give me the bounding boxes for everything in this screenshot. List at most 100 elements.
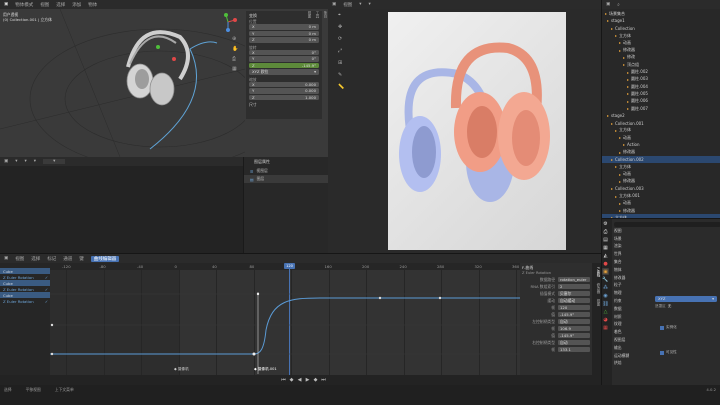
menu-select[interactable]: 选择 (56, 2, 65, 8)
outliner-row[interactable]: ▸ 圆柱.005 (602, 90, 720, 97)
rotation-z-field[interactable]: Z -145.9° (249, 62, 319, 68)
props-section[interactable]: 渲染 (614, 243, 720, 251)
outliner-row[interactable]: ▸ 场景集合 (602, 10, 720, 17)
scale-z-field[interactable]: Z 1.000 (249, 94, 319, 100)
mode-select[interactable]: 物体模式 (15, 2, 33, 8)
menu-view-graph[interactable]: 视图 (15, 256, 24, 262)
jump-end-icon[interactable]: ⏭ (320, 377, 327, 384)
props-section[interactable]: 集合 (614, 258, 720, 266)
outliner-row[interactable]: ▸ 动画 (602, 39, 720, 46)
constraint-tab-icon[interactable]: ⛓ (602, 300, 609, 307)
graph-mode-select[interactable]: 曲线编辑器 (90, 255, 120, 262)
outliner-row[interactable]: ▸ 圆柱.003 (602, 76, 720, 83)
props-section[interactable]: 粒子 (614, 282, 720, 290)
outliner-row[interactable]: ▸立方体 (602, 163, 720, 170)
scene-tab-icon[interactable]: ◭ (602, 252, 609, 259)
outliner-row[interactable]: ▸ 动画 (602, 200, 720, 207)
rotation-mode-select[interactable]: XYZ 欧拉 ▾ (249, 69, 319, 75)
play-reverse-icon[interactable]: ◀ (296, 377, 303, 384)
tab-modifiers[interactable]: 修改器 (592, 283, 601, 293)
modifier-tab-icon[interactable]: 🔧 (602, 276, 609, 283)
rotation-y-field[interactable]: Y 0° (249, 56, 319, 62)
world-tab-icon[interactable]: ● (602, 260, 609, 267)
camera-icon[interactable]: ⎙ (232, 56, 240, 62)
fcurve-prop-value[interactable]: -145.9° (558, 333, 590, 338)
tab-view[interactable]: 视图 (307, 11, 312, 18)
menu-select-graph[interactable]: 选择 (31, 256, 40, 262)
xyz-select[interactable]: XYZ ▾ (655, 296, 717, 302)
props-section[interactable]: 视图 (614, 227, 720, 235)
material-tab-icon[interactable]: ◕ (602, 316, 609, 323)
rotation-x-field[interactable]: X 0° (249, 49, 319, 55)
fcurve-prop-value[interactable]: 贝塞尔 (558, 291, 590, 296)
outliner-row[interactable]: ▸ 圆柱.002 (602, 68, 720, 75)
menu-channel[interactable]: 通道 (63, 256, 72, 262)
outliner-row[interactable]: ▸ Collection.002 (602, 155, 720, 164)
tool-tab-icon[interactable]: ⚙ (602, 220, 609, 227)
outliner-row[interactable]: ▸ stage1 (602, 17, 720, 24)
fcurve-prop-value[interactable]: rotation_euler (558, 277, 590, 282)
tab-tool[interactable]: 工具 (315, 11, 320, 18)
menu-view[interactable]: 视图 (40, 2, 49, 8)
particles-tab-icon[interactable]: ⁂ (602, 284, 609, 291)
menu-marker[interactable]: 标记 (47, 256, 56, 262)
outliner-row[interactable]: ▸ Action (602, 141, 720, 148)
play-icon[interactable]: ▶ (304, 377, 311, 384)
properties-search[interactable] (614, 221, 720, 227)
camera-viewport[interactable]: ▣ 视图 ▾ ▾ ⌖ ✥ ⟳ ⤢ ⊞ ✎ 📏 (328, 0, 601, 253)
headphones-model[interactable] (126, 30, 190, 106)
outliner-row[interactable]: ▸立方体 (602, 32, 720, 39)
props-section[interactable]: 材质 (614, 313, 720, 321)
fcurve-prop-value[interactable]: 自动 (558, 340, 590, 345)
outliner-row[interactable]: ▸ 圆柱.007 (602, 105, 720, 112)
menu-add[interactable]: 添加 (72, 2, 81, 8)
fcurve-prop-value[interactable]: 133.1 (558, 347, 590, 352)
hand-icon[interactable]: ✋ (232, 46, 240, 52)
zoom-icon[interactable]: ⊕ (232, 36, 240, 42)
outliner-row[interactable]: ▸ 修改器 (602, 46, 720, 53)
search-icon[interactable]: ⌕ (617, 2, 620, 8)
props-section[interactable]: 烘焙 (614, 360, 720, 368)
rotate-tool-icon[interactable]: ⟳ (338, 36, 346, 42)
tab-fcurve[interactable]: F-曲线 (592, 267, 601, 277)
outliner-row[interactable]: ▸ 修改器 (602, 207, 720, 214)
dimensions-section[interactable]: 尺寸 (249, 102, 319, 108)
texture-tab-icon[interactable]: ▦ (602, 324, 609, 331)
props-section[interactable]: 修改器 (614, 274, 720, 282)
jump-start-icon[interactable]: ⏮ (280, 377, 287, 384)
viewport-3d[interactable]: ▣ 物体模式 视图 选择 添加 物体 用户透视 (0) Collection.0… (0, 0, 328, 157)
sub-value[interactable]: 无 (668, 304, 672, 309)
transform-tool-icon[interactable]: ⊞ (338, 60, 346, 66)
nav-gizmo[interactable] (218, 12, 238, 32)
outliner-row[interactable]: ▸ 修改器 (602, 178, 720, 185)
checkbox-instancing[interactable]: 实例化 (660, 325, 677, 330)
outliner-row[interactable]: ▸ 顶点组 (602, 61, 720, 68)
grid-icon[interactable]: ▦ (232, 66, 240, 72)
outliner-row[interactable]: ▸ 立方体.001 (602, 192, 720, 199)
physics-tab-icon[interactable]: ◉ (602, 292, 609, 299)
tab-view-graph[interactable]: 视图 (592, 299, 601, 306)
outliner-row[interactable]: ▸ 修改 (602, 54, 720, 61)
location-y-field[interactable]: Y0 m (249, 30, 319, 36)
checkbox-visibility[interactable]: 可见性 (660, 350, 677, 355)
render-tab-icon[interactable]: ⎙ (602, 228, 609, 235)
outliner-row[interactable]: ▸立方体 (602, 127, 720, 134)
fcurve-prop-value[interactable]: 自动缓动 (558, 298, 590, 303)
outliner-row[interactable]: ▸ Collection (602, 25, 720, 32)
props-section[interactable]: 世界 (614, 250, 720, 258)
scale-y-field[interactable]: Y 0.000 (249, 88, 319, 94)
data-tab-icon[interactable]: △ (602, 308, 609, 315)
editor-type-icon[interactable]: ▣ (4, 2, 8, 7)
location-z-field[interactable]: Z0 m (249, 37, 319, 43)
annotate-tool-icon[interactable]: ✎ (338, 72, 346, 78)
output-tab-icon[interactable]: ▤ (602, 236, 609, 243)
outliner-row[interactable]: ▸ 圆柱.006 (602, 98, 720, 105)
menu-object[interactable]: 物体 (88, 2, 97, 8)
fcurve-prop-value[interactable]: 120 (558, 305, 590, 310)
outliner-row[interactable]: ▸ 动画 (602, 134, 720, 141)
props-section[interactable]: 视图层 (614, 336, 720, 344)
scale-tool-icon[interactable]: ⤢ (338, 48, 346, 54)
view-layer-row[interactable]: ☰ 视图层 (244, 167, 328, 175)
scale-x-field[interactable]: X 0.000 (249, 81, 319, 87)
channel-row[interactable]: Z Euler Rotation ✓ (0, 298, 50, 304)
